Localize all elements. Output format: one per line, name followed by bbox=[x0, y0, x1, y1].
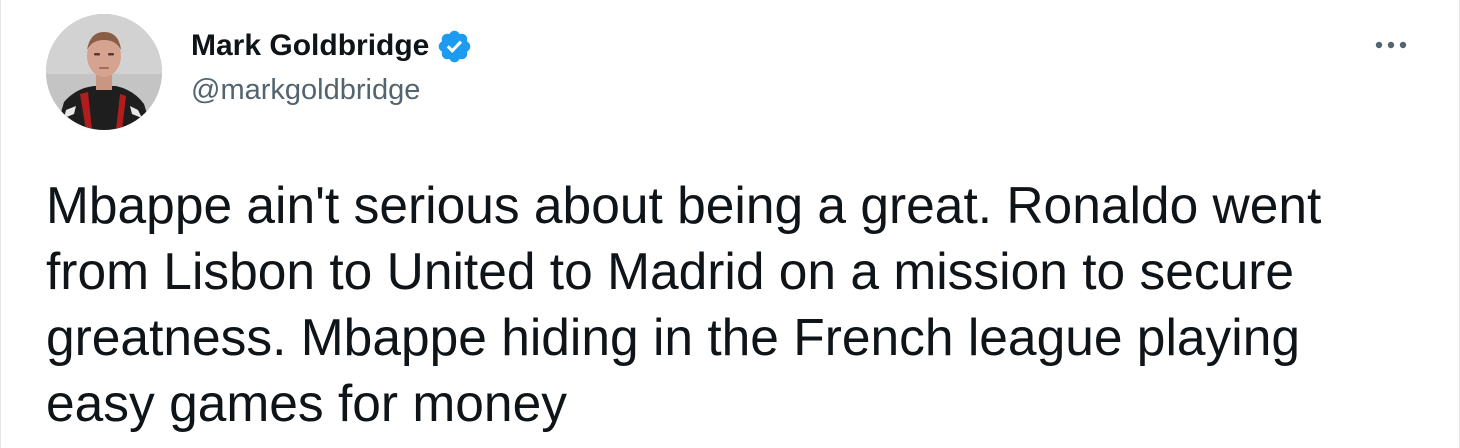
more-options-button[interactable] bbox=[1369, 30, 1413, 60]
author-handle[interactable]: @markgoldbridge bbox=[191, 74, 473, 107]
more-horizontal-icon bbox=[1375, 41, 1407, 49]
author-block: Mark Goldbridge @markgoldbridge bbox=[191, 24, 473, 107]
author-display-name[interactable]: Mark Goldbridge bbox=[191, 29, 429, 63]
author-avatar[interactable] bbox=[46, 14, 162, 130]
author-name-row: Mark Goldbridge bbox=[191, 24, 473, 68]
tweet-card: Mark Goldbridge @markgoldbridge Mbappe a… bbox=[0, 0, 1460, 448]
verified-badge-icon bbox=[436, 28, 473, 65]
avatar-photo bbox=[46, 14, 162, 130]
tweet-text: Mbappe ain't serious about being a great… bbox=[46, 176, 1336, 432]
